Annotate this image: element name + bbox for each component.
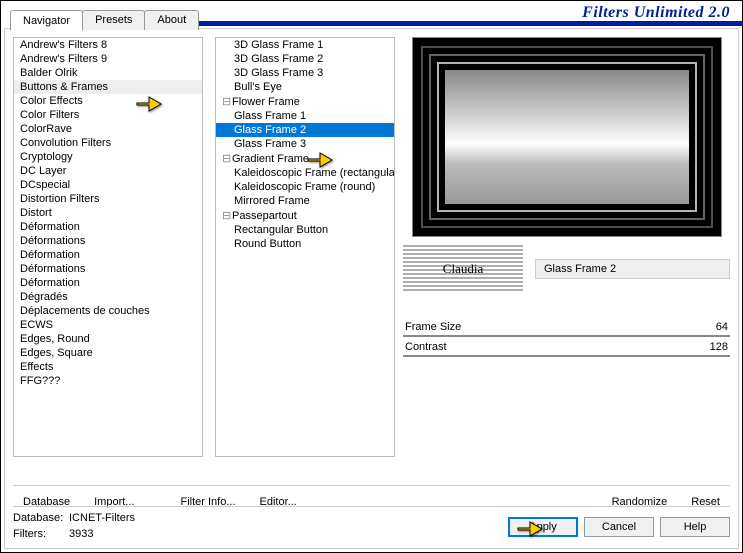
filter-item-label: Kaleidoscopic Frame (round): [234, 181, 375, 193]
category-item[interactable]: Déformation: [14, 220, 202, 234]
slider-value: 128: [710, 341, 728, 353]
collapse-icon[interactable]: ⊟: [222, 152, 230, 165]
filter-item[interactable]: Kaleidoscopic Frame (rectangular): [216, 166, 394, 180]
filter-item[interactable]: 3D Glass Frame 2: [216, 52, 394, 66]
slider-group: Frame Size 64 Contrast 128: [403, 317, 730, 357]
category-item[interactable]: Buttons & Frames: [14, 80, 202, 94]
filter-item-label: Rectangular Button: [234, 224, 328, 236]
category-item[interactable]: Déformations: [14, 234, 202, 248]
app-title: Filters Unlimited 2.0: [582, 4, 730, 22]
category-item[interactable]: Color Effects: [14, 94, 202, 108]
slider-row: Frame Size 64: [403, 321, 730, 337]
filter-item-label: 3D Glass Frame 2: [234, 53, 323, 65]
filter-item[interactable]: Round Button: [216, 237, 394, 251]
status-row: Database:ICNET-Filters Filters:3933 Appl…: [13, 506, 730, 542]
main-panel: Andrew's Filters 8Andrew's Filters 9Bald…: [4, 28, 739, 549]
status-text: Database:ICNET-Filters Filters:3933: [13, 511, 135, 542]
category-item[interactable]: Andrew's Filters 9: [14, 52, 202, 66]
category-item[interactable]: Distortion Filters: [14, 192, 202, 206]
category-item[interactable]: Cryptology: [14, 150, 202, 164]
preview-image: [412, 37, 722, 237]
preview-panel: Glass Frame 2 Frame Size 64 Contrast 128: [403, 37, 730, 486]
category-list[interactable]: Andrew's Filters 8Andrew's Filters 9Bald…: [13, 37, 203, 457]
filter-item[interactable]: Mirrored Frame: [216, 194, 394, 208]
filter-item-label: 3D Glass Frame 1: [234, 39, 323, 51]
filter-item[interactable]: Glass Frame 3: [216, 137, 394, 151]
slider-label: Frame Size: [405, 321, 461, 333]
tab-bar: Navigator Presets About: [10, 10, 198, 30]
category-item[interactable]: Color Filters: [14, 108, 202, 122]
category-item[interactable]: Convolution Filters: [14, 136, 202, 150]
header-accent-bar: [183, 21, 743, 26]
filter-item-label: Kaleidoscopic Frame (rectangular): [234, 167, 395, 179]
collapse-icon[interactable]: ⊟: [222, 95, 230, 108]
filter-item[interactable]: ⊟Gradient Frame: [216, 151, 394, 166]
category-item[interactable]: DCspecial: [14, 178, 202, 192]
filter-item-label: 3D Glass Frame 3: [234, 67, 323, 79]
current-filter-name: Glass Frame 2: [535, 259, 730, 279]
category-item[interactable]: Edges, Round: [14, 332, 202, 346]
filter-item-label: Passepartout: [232, 210, 297, 222]
category-item[interactable]: Andrew's Filters 8: [14, 38, 202, 52]
category-item[interactable]: DC Layer: [14, 164, 202, 178]
filter-item-label: Glass Frame 3: [234, 138, 306, 150]
filter-item-label: Glass Frame 2: [234, 124, 306, 136]
category-item[interactable]: Dégradés: [14, 290, 202, 304]
filter-item-label: Round Button: [234, 238, 301, 250]
filter-item[interactable]: Bull's Eye: [216, 80, 394, 94]
filter-item[interactable]: Kaleidoscopic Frame (round): [216, 180, 394, 194]
category-item[interactable]: Edges, Square: [14, 346, 202, 360]
category-item[interactable]: Balder Olrik: [14, 66, 202, 80]
category-item[interactable]: ECWS: [14, 318, 202, 332]
category-item[interactable]: FFG???: [14, 374, 202, 388]
filter-list[interactable]: 3D Glass Frame 1 3D Glass Frame 2 3D Glass…: [215, 37, 395, 457]
slider-label: Contrast: [405, 341, 447, 353]
filter-item[interactable]: Rectangular Button: [216, 223, 394, 237]
category-item[interactable]: Déformations: [14, 262, 202, 276]
cancel-button[interactable]: Cancel: [584, 517, 654, 537]
tab-presets[interactable]: Presets: [82, 10, 145, 30]
filter-item-label: Glass Frame 1: [234, 110, 306, 122]
category-item[interactable]: Déformation: [14, 248, 202, 262]
filter-item-label: Bull's Eye: [234, 81, 282, 93]
category-item[interactable]: Effects: [14, 360, 202, 374]
tab-navigator[interactable]: Navigator: [10, 10, 83, 31]
category-item[interactable]: ColorRave: [14, 122, 202, 136]
category-item[interactable]: Déformation: [14, 276, 202, 290]
filter-item[interactable]: Glass Frame 1: [216, 109, 394, 123]
filter-item-label: Flower Frame: [232, 96, 300, 108]
collapse-icon[interactable]: ⊟: [222, 209, 230, 222]
slider-row: Contrast 128: [403, 341, 730, 357]
watermark-logo: [403, 245, 523, 293]
filter-item[interactable]: 3D Glass Frame 1: [216, 38, 394, 52]
slider-track[interactable]: [403, 335, 730, 337]
filter-item[interactable]: 3D Glass Frame 3: [216, 66, 394, 80]
filter-item[interactable]: ⊟Flower Frame: [216, 94, 394, 109]
filter-item[interactable]: Glass Frame 2: [216, 123, 394, 137]
category-item[interactable]: Déplacements de couches: [14, 304, 202, 318]
help-button[interactable]: Help: [660, 517, 730, 537]
apply-button[interactable]: Apply: [508, 517, 578, 537]
category-item[interactable]: Distort: [14, 206, 202, 220]
filter-item-label: Gradient Frame: [232, 153, 309, 165]
slider-track[interactable]: [403, 355, 730, 357]
filter-item[interactable]: ⊟Passepartout: [216, 208, 394, 223]
filter-item-label: Mirrored Frame: [234, 195, 310, 207]
tab-about[interactable]: About: [144, 10, 199, 30]
slider-value: 64: [716, 321, 728, 333]
